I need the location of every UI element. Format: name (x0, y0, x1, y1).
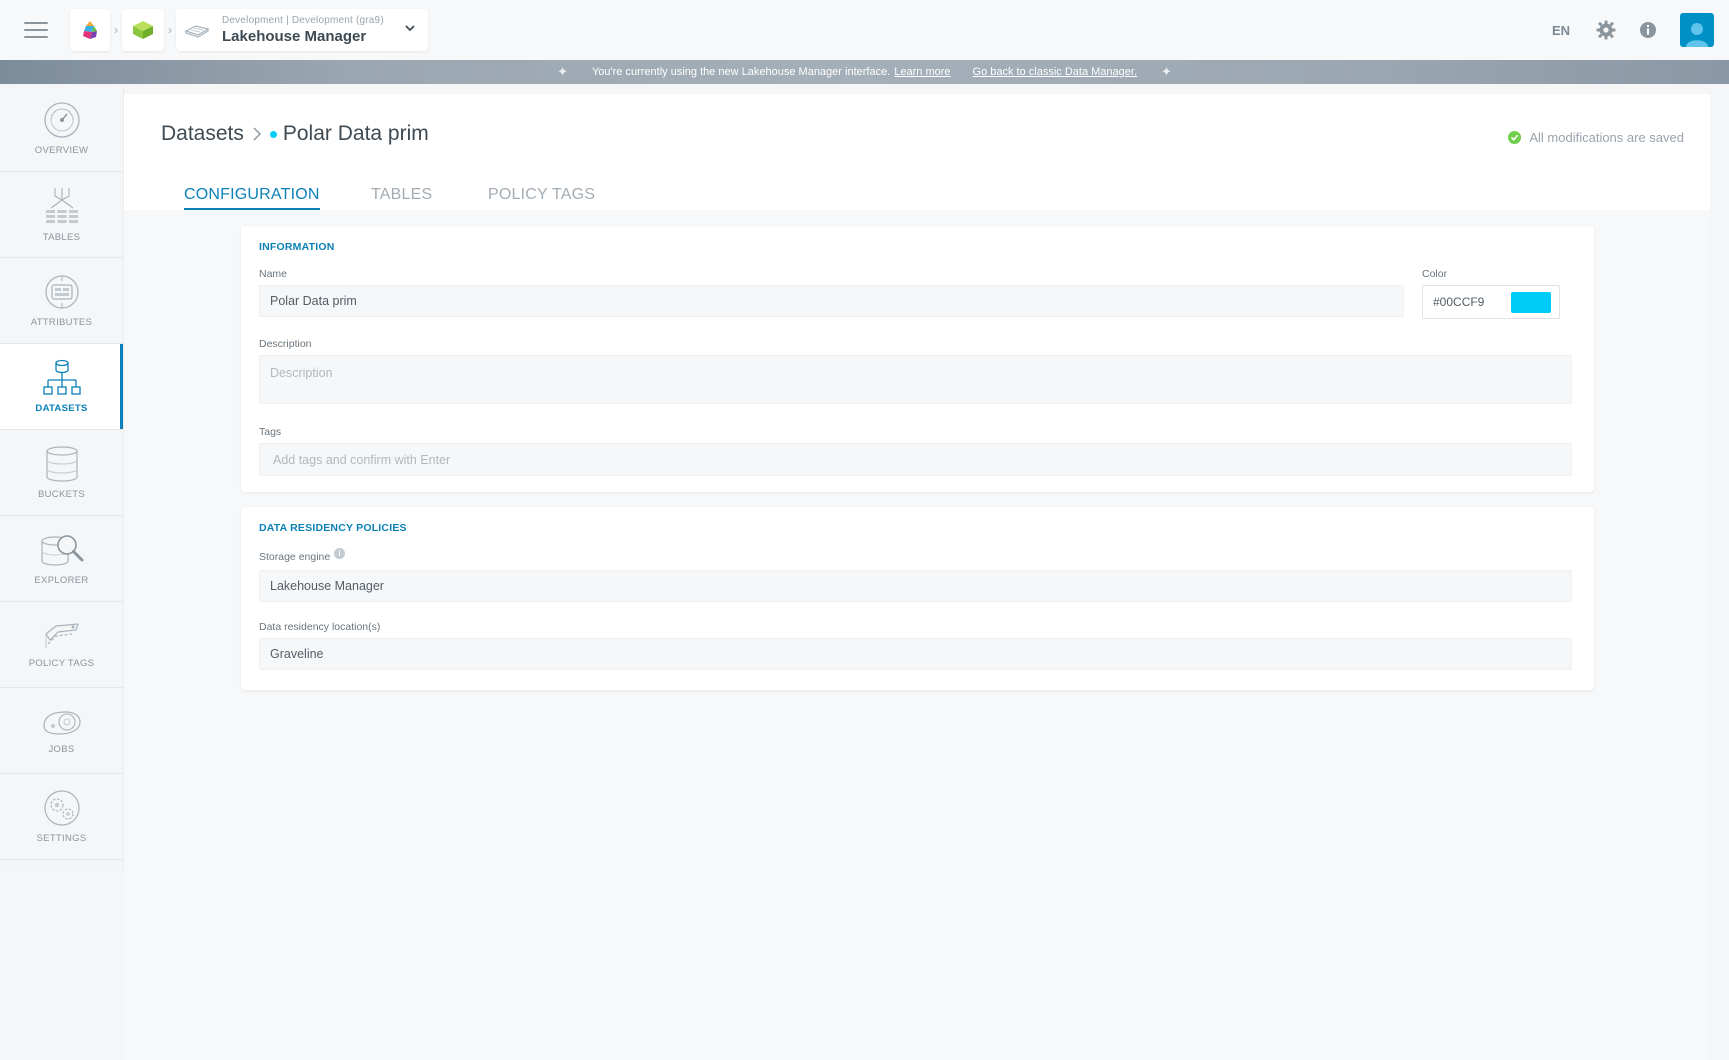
sidebar-item-label: DATASETS (35, 403, 88, 414)
tab-tables[interactable]: TABLES (371, 186, 432, 208)
interface-banner: ✦ You're currently using the new Lakehou… (0, 60, 1729, 84)
information-card: INFORMATION Name Polar Data prim Color #… (241, 226, 1594, 492)
description-textarea[interactable]: Description (259, 355, 1572, 404)
sidebar-item-attributes[interactable]: ATTRIBUTES (0, 258, 123, 344)
tab-configuration[interactable]: CONFIGURATION (184, 186, 320, 210)
info-icon[interactable] (1638, 20, 1658, 40)
name-label: Name (259, 268, 288, 280)
sidebar-item-label: POLICY TAGS (28, 658, 95, 669)
sidebar-item-jobs[interactable]: JOBS (0, 688, 123, 774)
language-selector[interactable]: EN (1552, 23, 1570, 38)
buckets-icon (45, 446, 78, 482)
user-icon (1686, 23, 1708, 47)
organization-logo[interactable] (70, 9, 110, 51)
sidebar-item-buckets[interactable]: BUCKETS (0, 430, 123, 516)
gear-icon[interactable] (1596, 20, 1616, 40)
sidebar: OVERVIEW TABLES ATTRIBUTES DATASETS BUCK… (0, 86, 123, 870)
sparkle-icon: ✦ (1161, 64, 1172, 79)
overview-icon (43, 102, 80, 138)
datasets-icon (42, 359, 81, 395)
chevron-right-icon (253, 127, 261, 141)
storage-engine-field: Lakehouse Manager (259, 570, 1572, 602)
learn-more-link[interactable]: Learn more (894, 66, 950, 78)
color-label: Color (1422, 268, 1448, 280)
storage-engine-value: Lakehouse Manager (270, 579, 384, 593)
data-residency-section-title: DATA RESIDENCY POLICIES (259, 522, 407, 534)
lakehouse-manager-selector[interactable]: Development | Development (gra9) Lakehou… (176, 9, 428, 51)
name-input[interactable]: Polar Data prim (259, 285, 1404, 317)
page-title: Datasets Polar Data prim (161, 122, 429, 146)
classic-manager-link[interactable]: Go back to classic Data Manager. (973, 66, 1137, 78)
configuration-content: INFORMATION Name Polar Data prim Color #… (124, 210, 1710, 1060)
sidebar-item-label: OVERVIEW (34, 145, 89, 156)
tab-policy-tags[interactable]: POLICY TAGS (488, 186, 595, 208)
data-residency-card: DATA RESIDENCY POLICIES Storage engine i… (241, 507, 1594, 690)
sidebar-item-label: JOBS (48, 744, 75, 755)
lakehouse-icon (184, 25, 210, 38)
sidebar-item-label: SETTINGS (36, 833, 87, 844)
color-swatch[interactable] (1511, 292, 1551, 313)
sparkle-icon: ✦ (557, 64, 568, 79)
color-picker-input[interactable]: #00CCF9 (1422, 285, 1560, 319)
top-bar: › › Development | Development (gra9) Lak… (0, 0, 1729, 60)
settings-icon (43, 790, 80, 826)
sidebar-item-datasets[interactable]: DATASETS (0, 344, 123, 430)
tags-placeholder: Add tags and confirm with Enter (273, 452, 451, 467)
save-status: All modifications are saved (1508, 130, 1684, 145)
sidebar-item-label: EXPLORER (34, 575, 89, 586)
tags-label: Tags (259, 426, 282, 438)
breadcrumb-separator-icon: › (168, 23, 172, 37)
banner-message: You're currently using the new Lakehouse… (591, 66, 891, 78)
project-logo[interactable] (122, 9, 164, 51)
residency-location-value: Graveline (270, 647, 324, 661)
chevron-down-icon[interactable] (404, 23, 416, 33)
organization-logo-icon (83, 21, 97, 39)
sidebar-item-label: TABLES (42, 232, 81, 243)
dataset-color-dot (269, 130, 277, 138)
residency-location-field: Graveline (259, 638, 1572, 670)
attributes-icon (44, 275, 79, 309)
description-label: Description (259, 338, 312, 350)
sidebar-item-tables[interactable]: TABLES (0, 172, 123, 258)
storage-engine-label: Storage engine (259, 551, 331, 563)
information-section-title: INFORMATION (259, 241, 335, 253)
dataset-name-title: Polar Data prim (282, 122, 429, 145)
residency-location-label: Data residency location(s) (259, 621, 381, 633)
project-cube-icon (133, 21, 153, 39)
avatar[interactable] (1680, 13, 1714, 47)
breadcrumb-separator-icon: › (114, 23, 118, 37)
description-placeholder: Description (270, 366, 333, 380)
main-panel: Datasets Polar Data prim All modificatio… (124, 94, 1710, 1060)
jobs-icon (42, 711, 81, 735)
menu-icon[interactable] (24, 22, 48, 38)
breadcrumb-datasets[interactable]: Datasets (161, 122, 244, 146)
sidebar-item-label: ATTRIBUTES (30, 317, 93, 328)
policy-tags-icon (44, 623, 79, 648)
tags-input[interactable]: Add tags and confirm with Enter (259, 443, 1572, 476)
sidebar-item-policy-tags[interactable]: POLICY TAGS (0, 602, 123, 688)
sidebar-item-overview[interactable]: OVERVIEW (0, 86, 123, 172)
check-circle-icon (1508, 131, 1522, 144)
sidebar-item-label: BUCKETS (38, 489, 85, 500)
environment-label: Development | Development (gra9) (222, 15, 384, 26)
sidebar-item-explorer[interactable]: EXPLORER (0, 516, 123, 602)
explorer-icon (40, 535, 83, 566)
sidebar-item-settings[interactable]: SETTINGS (0, 774, 123, 860)
save-status-text: All modifications are saved (1529, 130, 1684, 145)
color-value: #00CCF9 (1433, 295, 1485, 309)
tables-icon (45, 188, 78, 223)
module-title: Lakehouse Manager (222, 28, 367, 45)
info-icon[interactable]: i (334, 548, 345, 559)
name-value: Polar Data prim (270, 294, 357, 308)
